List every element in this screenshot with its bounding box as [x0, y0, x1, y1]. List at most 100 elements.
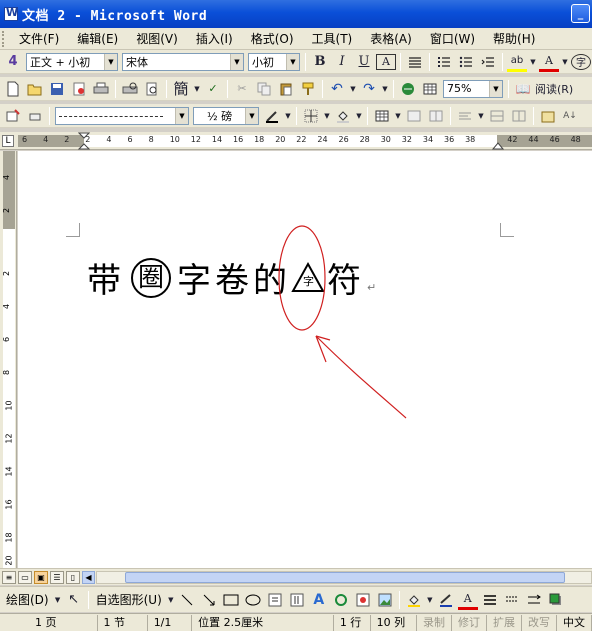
select-objects-icon[interactable]: ↖ [64, 590, 84, 610]
print-layout-button[interactable]: ▣ [34, 570, 48, 584]
chevron-down-icon[interactable]: ▼ [245, 107, 258, 124]
dash-style-icon[interactable] [502, 590, 522, 610]
font-size-select[interactable]: 小初 ▼ [248, 52, 300, 71]
picture-icon[interactable] [375, 590, 395, 610]
print-icon[interactable] [91, 79, 111, 99]
chevron-down-icon[interactable]: ▼ [104, 53, 117, 70]
reading-layout-button[interactable]: ▯ [66, 570, 80, 584]
wordart-icon[interactable]: A [309, 590, 329, 610]
draw-table-icon[interactable] [3, 106, 23, 126]
save-icon[interactable] [47, 79, 67, 99]
chevron-down-icon[interactable]: ▼ [167, 590, 175, 610]
web-layout-button[interactable]: ▭ [18, 570, 32, 584]
borders-icon[interactable] [301, 106, 321, 126]
styles-pane-icon[interactable]: 4 [3, 52, 23, 72]
numbering-icon[interactable] [434, 52, 454, 72]
font-color-draw-icon[interactable]: A [457, 590, 478, 610]
document-page[interactable]: 带 圈 字卷的 字 符 ↵ [18, 151, 592, 568]
spelling-icon[interactable]: ✓ [203, 79, 223, 99]
line-weight-select[interactable]: ½ 磅 ▼ [193, 106, 259, 125]
menubar-grip[interactable] [2, 30, 8, 47]
autoformat-icon[interactable] [538, 106, 558, 126]
chevron-down-icon[interactable]: ▼ [394, 106, 402, 126]
clip-art-icon[interactable] [353, 590, 373, 610]
menu-edit[interactable]: 编辑(E) [68, 30, 127, 47]
character-border-button[interactable]: A [376, 53, 396, 70]
triangle-enclosed-character[interactable]: 字 [291, 261, 325, 295]
font-color-button[interactable]: A [539, 52, 559, 72]
format-painter-icon[interactable] [298, 79, 318, 99]
chevron-down-icon[interactable]: ▼ [323, 106, 331, 126]
word-app-icon[interactable] [4, 6, 18, 21]
menu-tools[interactable]: 工具(T) [303, 30, 362, 47]
sort-icon[interactable]: A↓ [560, 106, 580, 126]
italic-button[interactable]: I [332, 52, 352, 72]
scrollbar-thumb[interactable] [125, 572, 565, 583]
distribute-rows-icon[interactable] [487, 106, 507, 126]
chevron-down-icon[interactable]: ▼ [193, 79, 201, 99]
zoom-select[interactable]: 75% ▼ [443, 79, 503, 98]
line-icon[interactable] [177, 590, 197, 610]
line-style-icon[interactable] [480, 590, 500, 610]
read-mode-button[interactable]: 阅读(R) [535, 79, 573, 99]
copy-icon[interactable] [254, 79, 274, 99]
redo-icon[interactable]: ↷ [359, 79, 379, 99]
cut-icon[interactable]: ✂ [232, 79, 252, 99]
minimize-button[interactable]: _ [571, 4, 590, 23]
menu-window[interactable]: 窗口(W) [421, 30, 484, 47]
new-document-icon[interactable] [3, 79, 23, 99]
permission-icon[interactable] [69, 79, 89, 99]
text-box-icon[interactable] [265, 590, 285, 610]
print-preview-icon[interactable] [120, 79, 140, 99]
bullets-icon[interactable] [456, 52, 476, 72]
open-folder-icon[interactable] [25, 79, 45, 99]
fill-color-icon[interactable] [404, 590, 424, 610]
font-select[interactable]: 宋体 ▼ [122, 52, 244, 71]
vertical-text-box-icon[interactable] [287, 590, 307, 610]
normal-view-button[interactable]: ≡ [2, 570, 16, 584]
bold-button[interactable]: B [310, 52, 330, 72]
tab-selector[interactable]: L [2, 135, 14, 147]
chevron-down-icon[interactable]: ▼ [349, 79, 357, 99]
right-indent-marker[interactable] [492, 140, 504, 150]
status-track-changes[interactable]: 修订 [452, 614, 487, 631]
shading-color-icon[interactable] [333, 106, 353, 126]
menu-help[interactable]: 帮助(H) [484, 30, 544, 47]
align-justify-icon[interactable] [405, 52, 425, 72]
chevron-down-icon[interactable]: ▼ [489, 80, 502, 97]
enclose-characters-button[interactable]: 字 [571, 53, 591, 70]
diagram-icon[interactable] [331, 590, 351, 610]
menu-insert[interactable]: 插入(I) [187, 30, 242, 47]
chevron-down-icon[interactable]: ▼ [230, 53, 243, 70]
hyperlink-icon[interactable] [398, 79, 418, 99]
scroll-left-icon[interactable]: ◀ [82, 571, 95, 584]
menu-view[interactable]: 视图(V) [127, 30, 187, 47]
simplified-traditional-button[interactable]: 簡 [171, 79, 191, 99]
menu-format[interactable]: 格式(O) [242, 30, 303, 47]
chevron-down-icon[interactable]: ▼ [381, 79, 389, 99]
chevron-down-icon[interactable]: ▼ [286, 53, 299, 70]
highlight-button[interactable]: ab [507, 52, 527, 72]
status-extend[interactable]: 扩展 [487, 614, 522, 631]
line-color-icon[interactable] [436, 590, 456, 610]
rectangle-icon[interactable] [221, 590, 241, 610]
outline-view-button[interactable]: ☰ [50, 570, 64, 584]
merge-cells-icon[interactable] [404, 106, 424, 126]
read-mode-icon[interactable]: 📖 [513, 79, 533, 99]
menu-table[interactable]: 表格(A) [361, 30, 421, 47]
chevron-down-icon[interactable]: ▼ [561, 52, 569, 72]
document-paragraph[interactable]: 带 圈 字卷的 字 符 ↵ [87, 253, 380, 302]
chevron-down-icon[interactable]: ▼ [355, 106, 363, 126]
vertical-ruler[interactable]: 4 2 2 4 6 8 10 12 14 16 18 20 [0, 151, 17, 568]
chevron-down-icon[interactable]: ▼ [175, 107, 188, 124]
horizontal-scrollbar[interactable] [96, 571, 592, 584]
chevron-down-icon[interactable]: ▼ [426, 590, 434, 610]
chevron-down-icon[interactable]: ▼ [54, 590, 62, 610]
shadow-style-icon[interactable] [546, 590, 566, 610]
split-cells-icon[interactable] [426, 106, 446, 126]
paste-icon[interactable] [276, 79, 296, 99]
undo-icon[interactable]: ↶ [327, 79, 347, 99]
arrow-style-icon[interactable] [524, 590, 544, 610]
arrow-icon[interactable] [199, 590, 219, 610]
distribute-columns-icon[interactable] [509, 106, 529, 126]
